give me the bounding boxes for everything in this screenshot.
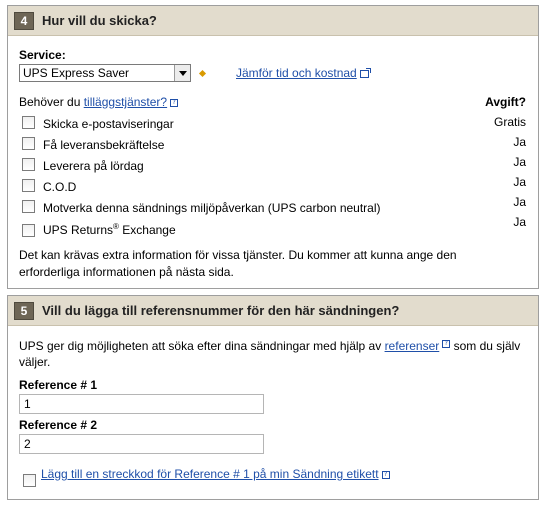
- checkbox-cod[interactable]: [22, 179, 35, 192]
- option-fee: Ja: [513, 195, 526, 209]
- section-5-header: 5 Vill du lägga till referensnummer för …: [8, 296, 538, 326]
- option-fee: Ja: [513, 135, 526, 149]
- service-select[interactable]: UPS Express Saver: [19, 64, 191, 82]
- step-number-badge: 4: [14, 11, 34, 30]
- returns-main: UPS Returns: [43, 223, 114, 237]
- help-icon[interactable]: ?: [170, 99, 179, 107]
- option-fee: Gratis: [493, 115, 526, 129]
- option-fee: Ja: [513, 215, 526, 229]
- compare-link-wrap: Jämför tid och kostnad: [236, 66, 371, 80]
- barcode-link[interactable]: Lägg till en streckkod för Reference # 1…: [41, 467, 379, 481]
- option-fee: Ja: [513, 175, 526, 189]
- option-fee: Ja: [513, 155, 526, 169]
- help-icon[interactable]: ?: [381, 471, 390, 479]
- barcode-link-wrap: Lägg till en streckkod för Reference # 1…: [41, 467, 390, 481]
- checkbox-email-notifications[interactable]: [22, 116, 35, 129]
- checkbox-carbon-neutral[interactable]: [22, 200, 35, 213]
- service-label: Service:: [19, 48, 66, 62]
- option-label-returns: UPS Returns® Exchange: [43, 222, 176, 237]
- popup-window-icon[interactable]: [359, 68, 371, 78]
- reference-1-input[interactable]: 1: [19, 394, 264, 414]
- section-4-title: Hur vill du skicka?: [42, 13, 157, 28]
- reference-2-input[interactable]: 2: [19, 434, 264, 454]
- step-number-badge: 5: [14, 301, 34, 320]
- barcode-checkbox[interactable]: [23, 474, 36, 487]
- extra-info-note: Det kan krävas extra information för vis…: [19, 248, 457, 279]
- fee-header: Avgift?: [485, 95, 526, 109]
- dropdown-arrow-icon[interactable]: [174, 65, 190, 81]
- extras-question: Behöver du tilläggstjänster??: [19, 95, 179, 109]
- reference-1-label: Reference # 1: [19, 378, 98, 392]
- shipping-service-panel: 4 Hur vill du skicka? Service: UPS Expre…: [7, 5, 539, 289]
- section-5-title: Vill du lägga till referensnummer för de…: [42, 303, 400, 318]
- option-label: Skicka e-postaviseringar: [43, 117, 174, 131]
- extras-prefix: Behöver du: [19, 95, 84, 109]
- reference-intro: UPS ger dig möjligheten att söka efter d…: [19, 338, 529, 370]
- reference-panel: 5 Vill du lägga till referensnummer för …: [7, 295, 539, 500]
- option-label: Motverka denna sändnings miljöpåverkan (…: [43, 201, 381, 215]
- checkbox-returns-exchange[interactable]: [22, 224, 35, 237]
- checkbox-delivery-confirmation[interactable]: [22, 137, 35, 150]
- extras-link[interactable]: tilläggstjänster?: [84, 95, 167, 109]
- option-label: Leverera på lördag: [43, 159, 144, 173]
- returns-tail: Exchange: [118, 223, 176, 237]
- checkbox-saturday-delivery[interactable]: [22, 158, 35, 171]
- option-label: C.O.D: [43, 180, 77, 194]
- section-4-header: 4 Hur vill du skicka?: [8, 6, 538, 36]
- option-label: Få leveransbekräftelse: [43, 138, 165, 152]
- references-link[interactable]: referenser: [385, 339, 440, 353]
- required-diamond-icon: [198, 69, 207, 78]
- reference-2-label: Reference # 2: [19, 418, 98, 432]
- compare-time-cost-link[interactable]: Jämför tid och kostnad: [236, 66, 357, 80]
- intro-prefix: UPS ger dig möjligheten att söka efter d…: [19, 339, 385, 353]
- service-select-value: UPS Express Saver: [23, 66, 130, 80]
